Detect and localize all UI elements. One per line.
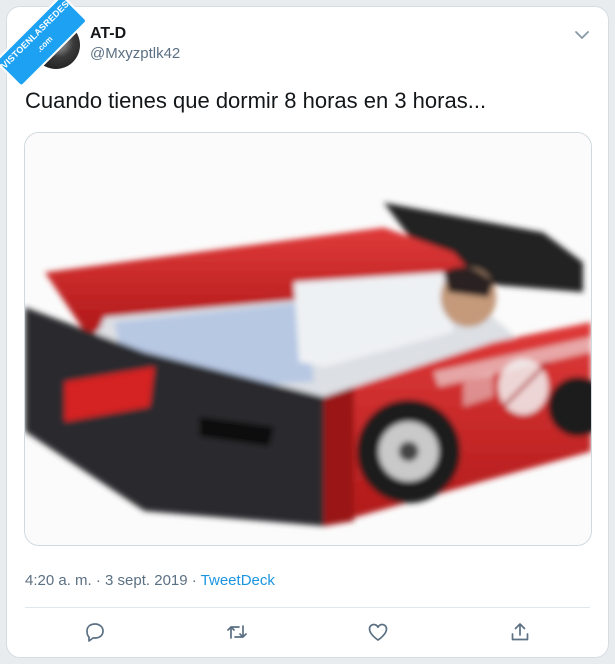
action-bar bbox=[7, 617, 608, 647]
divider bbox=[25, 607, 590, 608]
tweet-photo[interactable] bbox=[24, 132, 592, 546]
like-icon[interactable] bbox=[366, 620, 390, 644]
tweet-card: AT-D @Mxyzptlk42 Cuando tienes que dormi… bbox=[6, 6, 609, 658]
timestamp[interactable]: 4:20 a. m. · 3 sept. 2019 · bbox=[25, 572, 201, 589]
share-icon[interactable] bbox=[508, 620, 532, 644]
tweet-meta: 4:20 a. m. · 3 sept. 2019 · TweetDeck bbox=[25, 572, 275, 589]
source-link[interactable]: TweetDeck bbox=[201, 572, 275, 589]
user-handle[interactable]: @Mxyzptlk42 bbox=[90, 45, 180, 62]
display-name[interactable]: AT-D bbox=[90, 25, 126, 43]
reply-icon[interactable] bbox=[83, 620, 107, 644]
chevron-down-icon[interactable] bbox=[572, 25, 592, 45]
tweet-text: Cuando tienes que dormir 8 horas en 3 ho… bbox=[25, 88, 487, 113]
retweet-icon[interactable] bbox=[225, 620, 249, 644]
race-car-bed-image bbox=[25, 133, 591, 545]
